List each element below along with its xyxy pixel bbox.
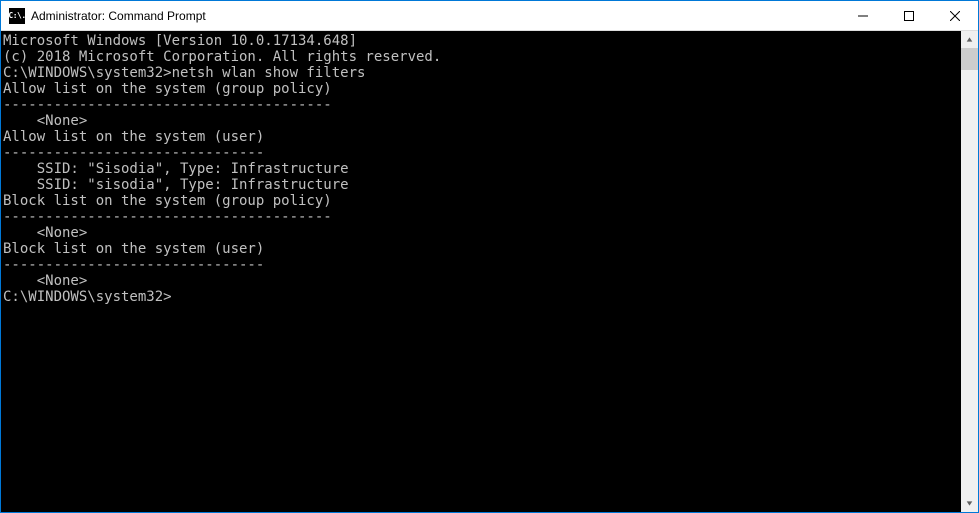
list-item: SSID: "sisodia", Type: Infrastructure [3,177,961,193]
list-item: SSID: "Sisodia", Type: Infrastructure [3,161,961,177]
window-title: Administrator: Command Prompt [31,9,840,23]
list-item: <None> [3,273,961,289]
scroll-down-button[interactable] [961,495,978,512]
section-header: Allow list on the system (group policy) [3,81,961,97]
divider: ------------------------------- [3,257,961,273]
output-line: Microsoft Windows [Version 10.0.17134.64… [3,33,961,49]
prompt-line: C:\WINDOWS\system32> [3,289,172,305]
divider: --------------------------------------- [3,209,961,225]
section-header: Block list on the system (group policy) [3,193,961,209]
scroll-thumb[interactable] [961,48,978,70]
prompt-line: C:\WINDOWS\system32>netsh wlan show filt… [3,65,961,81]
divider: ------------------------------- [3,145,961,161]
scroll-up-button[interactable] [961,31,978,48]
titlebar[interactable]: C:\. Administrator: Command Prompt [1,1,978,31]
minimize-button[interactable] [840,1,886,30]
vertical-scrollbar[interactable] [961,31,978,512]
scroll-track[interactable] [961,48,978,495]
terminal-output[interactable]: Microsoft Windows [Version 10.0.17134.64… [1,31,961,512]
maximize-button[interactable] [886,1,932,30]
list-item: <None> [3,225,961,241]
window-controls [840,1,978,30]
divider: --------------------------------------- [3,97,961,113]
output-line: (c) 2018 Microsoft Corporation. All righ… [3,49,961,65]
section-header: Allow list on the system (user) [3,129,961,145]
list-item: <None> [3,113,961,129]
section-header: Block list on the system (user) [3,241,961,257]
close-button[interactable] [932,1,978,30]
cmd-icon: C:\. [9,8,25,24]
